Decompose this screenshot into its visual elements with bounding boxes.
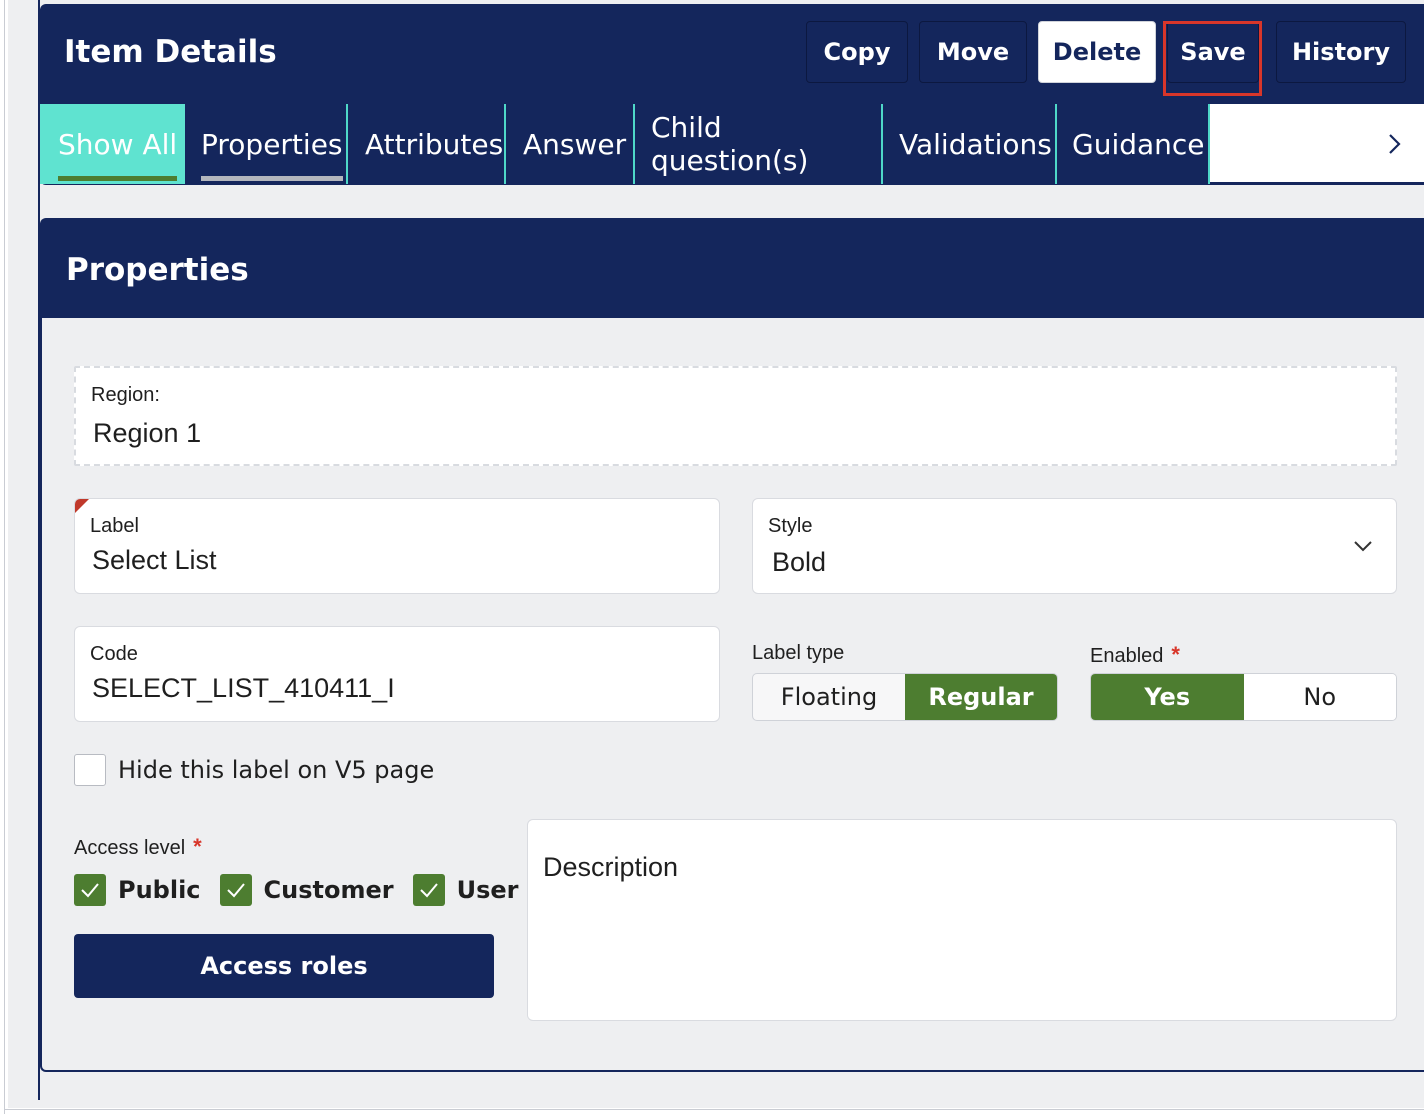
- enabled-label: Enabled: [1090, 645, 1164, 667]
- code-field-value[interactable]: SELECT_LIST_410411_I: [92, 673, 395, 704]
- style-select-label: Style: [768, 515, 813, 537]
- tab-label: Answer: [523, 127, 627, 161]
- region-label: Region:: [91, 384, 160, 406]
- region-value: Region 1: [93, 418, 202, 448]
- delete-button[interactable]: Delete: [1038, 21, 1156, 83]
- checkmark-icon: [81, 883, 99, 898]
- card-title: Properties: [66, 252, 249, 288]
- tab-label: Child question(s): [651, 111, 809, 177]
- hide-label-text: Hide this label on V5 page: [118, 756, 435, 784]
- tab-properties[interactable]: Properties: [185, 104, 348, 184]
- label-field-value[interactable]: Select List: [92, 545, 217, 576]
- enabled-label-wrap: Enabled *: [1090, 642, 1180, 668]
- style-select[interactable]: Style Bold: [752, 498, 1397, 594]
- access-public-option[interactable]: Public: [74, 874, 201, 906]
- access-level-label-wrap: Access level *: [74, 834, 202, 860]
- label-type-regular-option[interactable]: Regular: [905, 674, 1057, 720]
- access-customer-label: Customer: [263, 876, 394, 904]
- tab-scroll-area: [1210, 104, 1424, 184]
- label-type-toggle: Floating Regular: [752, 673, 1058, 721]
- required-indicator: [75, 499, 89, 513]
- tab-label: Validations: [899, 127, 1052, 161]
- enabled-no-option[interactable]: No: [1243, 674, 1396, 720]
- save-button[interactable]: Save: [1167, 21, 1259, 83]
- window-bottom-border: [4, 1109, 1424, 1110]
- region-display: Region: Region 1: [74, 366, 1397, 466]
- history-button[interactable]: History: [1276, 21, 1406, 83]
- page-title: Item Details: [64, 34, 277, 70]
- access-level-options: Public Customer User: [74, 874, 538, 906]
- label-field-label: Label: [90, 515, 139, 537]
- description-textarea[interactable]: Description: [527, 819, 1397, 1021]
- tab-guidance[interactable]: Guidance: [1057, 104, 1210, 184]
- required-star: *: [1171, 642, 1180, 667]
- access-public-label: Public: [118, 876, 201, 904]
- access-user-label: User: [456, 876, 519, 904]
- hide-label-checkbox[interactable]: [74, 754, 106, 786]
- move-button[interactable]: Move: [919, 21, 1027, 83]
- chevron-right-icon[interactable]: [1380, 130, 1408, 158]
- tab-show-all[interactable]: Show All: [40, 104, 185, 184]
- checkmark-icon: [226, 883, 245, 898]
- enabled-yes-option[interactable]: Yes: [1091, 674, 1244, 720]
- enabled-toggle: Yes No: [1090, 673, 1397, 721]
- label-type-floating-option[interactable]: Floating: [753, 674, 905, 720]
- tab-label: Guidance: [1072, 127, 1205, 161]
- card-header: Properties: [42, 220, 1424, 318]
- tab-label: Attributes: [365, 127, 504, 161]
- access-roles-button[interactable]: Access roles: [74, 934, 494, 998]
- tab-attributes[interactable]: Attributes: [348, 104, 506, 184]
- code-field-label: Code: [90, 643, 138, 665]
- tab-selected-indicator: [201, 175, 343, 181]
- access-customer-option[interactable]: Customer: [219, 874, 394, 906]
- tab-validations[interactable]: Validations: [883, 104, 1057, 184]
- access-user-option[interactable]: User: [412, 874, 519, 906]
- tab-bar: Show All Properties Attributes Answer Ch…: [40, 104, 1424, 185]
- tab-label: Properties: [201, 128, 343, 181]
- label-field[interactable]: Label Select List: [74, 498, 720, 594]
- code-field[interactable]: Code SELECT_LIST_410411_I: [74, 626, 720, 722]
- tab-answer[interactable]: Answer: [506, 104, 635, 184]
- access-public-checkbox[interactable]: [74, 874, 106, 906]
- window-left-border: [4, 0, 5, 1114]
- item-details-header: Item Details Copy Move Delete Save Histo…: [40, 4, 1424, 104]
- required-star: *: [193, 834, 202, 859]
- access-level-label: Access level: [74, 837, 186, 859]
- description-placeholder: Description: [543, 852, 679, 882]
- tab-label: Show All: [58, 128, 178, 181]
- checkmark-icon: [419, 883, 438, 898]
- tab-active-indicator: [58, 175, 178, 181]
- access-user-checkbox[interactable]: [412, 874, 445, 906]
- chevron-down-icon[interactable]: [1352, 535, 1374, 557]
- copy-button[interactable]: Copy: [806, 21, 908, 83]
- label-type-label: Label type: [752, 642, 845, 664]
- hide-label-row: Hide this label on V5 page: [74, 754, 434, 786]
- style-select-value: Bold: [772, 547, 827, 577]
- access-customer-checkbox[interactable]: [219, 874, 252, 906]
- tab-child-questions[interactable]: Child question(s): [635, 104, 883, 184]
